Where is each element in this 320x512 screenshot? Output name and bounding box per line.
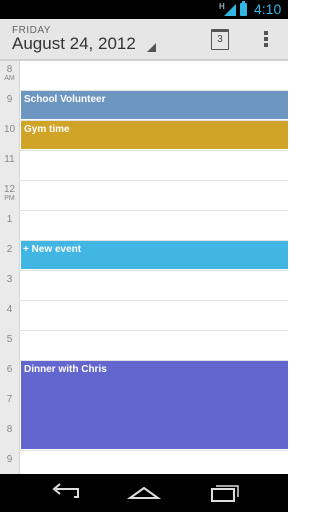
action-bar: FRIDAY August 24, 2012 3 — [0, 19, 288, 61]
date-label: August 24, 2012 — [12, 34, 136, 53]
hour-divider — [19, 270, 288, 271]
hour-label: 7 — [6, 394, 13, 405]
hour-label: 10 — [3, 124, 16, 135]
dropdown-corner-icon — [147, 43, 156, 52]
hour-label: 9 — [6, 454, 13, 465]
hour-label: 1 — [6, 214, 13, 225]
hour-divider — [19, 300, 288, 301]
home-button[interactable] — [124, 481, 164, 505]
event-dinner-with-chris[interactable]: Dinner with Chris — [21, 361, 288, 449]
recent-apps-icon — [211, 485, 239, 502]
home-icon — [126, 486, 162, 499]
status-bar: H 4:10 — [0, 0, 288, 19]
signal-icon — [224, 4, 236, 16]
hour-label: 6 — [6, 364, 13, 375]
back-icon — [52, 483, 79, 498]
hour-label: 8 — [6, 424, 13, 435]
hour-label: 5 — [6, 334, 13, 345]
new-event-label: + New event — [23, 244, 82, 255]
hour-label: 11 — [4, 154, 15, 165]
hour-label: 2 — [6, 244, 13, 255]
status-time: 4:10 — [254, 1, 282, 17]
event-gym-time[interactable]: Gym time — [21, 121, 288, 149]
hour-divider — [19, 150, 288, 151]
event-school-volunteer[interactable]: School Volunteer — [21, 91, 288, 119]
new-event-slot[interactable]: + New event — [21, 241, 288, 269]
day-grid[interactable]: 8 AM 9 10 11 12 PM 1 2 3 4 5 6 7 8 9 Schoo… — [0, 61, 288, 474]
today-button[interactable]: 3 — [206, 25, 236, 53]
hour-label: 9 — [6, 94, 13, 105]
hour-label: 4 — [6, 304, 13, 315]
hour-column: 8 AM 9 10 11 12 PM 1 2 3 4 5 6 7 8 9 — [0, 61, 20, 474]
hour-divider — [19, 210, 288, 211]
hour-divider — [19, 330, 288, 331]
hour-label: 3 — [6, 274, 13, 285]
event-title: School Volunteer — [24, 94, 106, 105]
hour-label: 12 PM — [3, 184, 16, 202]
event-title: Dinner with Chris — [24, 364, 107, 375]
hour-divider — [19, 450, 288, 451]
event-title: Gym time — [24, 124, 70, 135]
navigation-bar — [0, 474, 288, 512]
calendar-today-icon: 3 — [211, 29, 229, 50]
recent-apps-button[interactable] — [204, 481, 244, 505]
hour-divider — [19, 180, 288, 181]
hour-label: 8 AM — [4, 64, 15, 82]
overflow-menu-button[interactable] — [256, 25, 276, 53]
back-button[interactable] — [44, 481, 84, 505]
battery-icon — [240, 1, 247, 16]
